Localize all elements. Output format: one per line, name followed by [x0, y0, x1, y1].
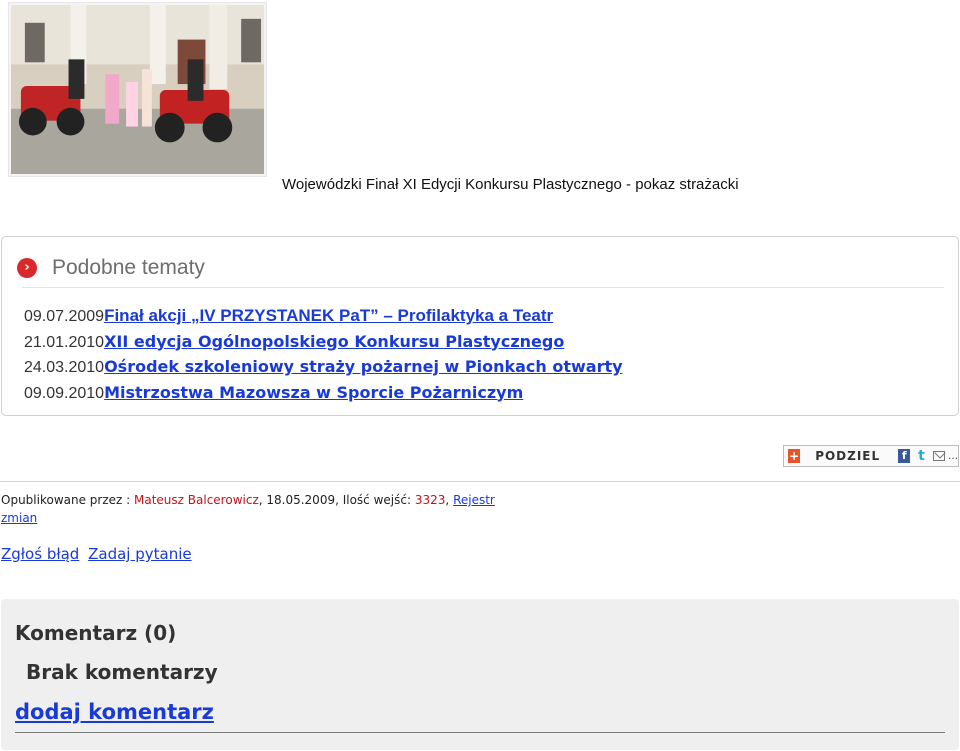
share-button[interactable]: + PODZIEL f t … [783, 445, 959, 467]
related-date: 09.09.2010 [24, 384, 105, 402]
article-photo-frame[interactable] [8, 2, 267, 177]
related-topics-title: Podobne tematy [52, 256, 205, 279]
facebook-icon[interactable]: f [898, 449, 911, 463]
related-topics-header: › Podobne tematy [17, 256, 205, 280]
list-item: 24.03.2010Ośrodek szkoleniowy straży poż… [24, 355, 623, 381]
plus-icon: + [788, 449, 801, 463]
related-link[interactable]: Mistrzostwa Mazowsza w Sporcie Pożarnicz… [104, 383, 523, 402]
twitter-icon[interactable]: t [915, 449, 927, 463]
meta-divider [0, 481, 960, 482]
related-link[interactable]: XII edycja Ogólnopolskiego Konkursu Plas… [104, 332, 564, 351]
view-count: 3323 [414, 493, 446, 507]
meta-comma: , [445, 493, 450, 507]
comments-title: Komentarz (0) [15, 621, 177, 645]
related-date: 09.07.2009 [24, 308, 105, 325]
ask-question-link[interactable]: Zadaj pytanie [88, 545, 192, 563]
related-list: 09.07.2009Finał akcji „IV PRZYSTANEK PaT… [24, 304, 623, 406]
article-actions: Zgłoś błąd Zadaj pytanie [1, 545, 196, 563]
related-date: 21.01.2010 [24, 333, 105, 351]
related-divider [22, 287, 944, 288]
photo-caption: Wojewódzki Finał XI Edycji Konkursu Plas… [282, 176, 739, 193]
related-link[interactable]: Ośrodek szkoleniowy straży pożarnej w Pi… [104, 357, 622, 376]
published-by-label: Opublikowane przez : [1, 493, 131, 507]
mail-icon[interactable] [932, 451, 945, 461]
more-icon[interactable]: … [948, 451, 958, 462]
chevron-right-icon: › [17, 258, 37, 278]
list-item: 21.01.2010XII edycja Ogólnopolskiego Kon… [24, 330, 623, 356]
article-photo [11, 5, 264, 174]
publication-meta: Opublikowane przez : Mateusz Balcerowicz… [1, 491, 521, 527]
publish-date: , 18.05.2009, Ilość wejść: [258, 493, 412, 507]
comments-section: Komentarz (0) Brak komentarzy dodaj kome… [1, 599, 959, 750]
share-label: PODZIEL [815, 449, 881, 463]
no-comments-text: Brak komentarzy [26, 660, 218, 684]
list-item: 09.07.2009Finał akcji „IV PRZYSTANEK PaT… [24, 304, 623, 330]
related-date: 24.03.2010 [24, 359, 105, 376]
report-error-link[interactable]: Zgłoś błąd [1, 545, 79, 563]
add-comment-link[interactable]: dodaj komentarz [15, 700, 214, 724]
related-link[interactable]: Finał akcji „IV PRZYSTANEK PaT” – Profil… [104, 306, 553, 325]
list-item: 09.09.2010Mistrzostwa Mazowsza w Sporcie… [24, 381, 623, 407]
comments-divider [15, 732, 945, 733]
author-name: Mateusz Balcerowicz [134, 493, 259, 507]
related-topics-box: › Podobne tematy 09.07.2009Finał akcji „… [1, 236, 959, 416]
